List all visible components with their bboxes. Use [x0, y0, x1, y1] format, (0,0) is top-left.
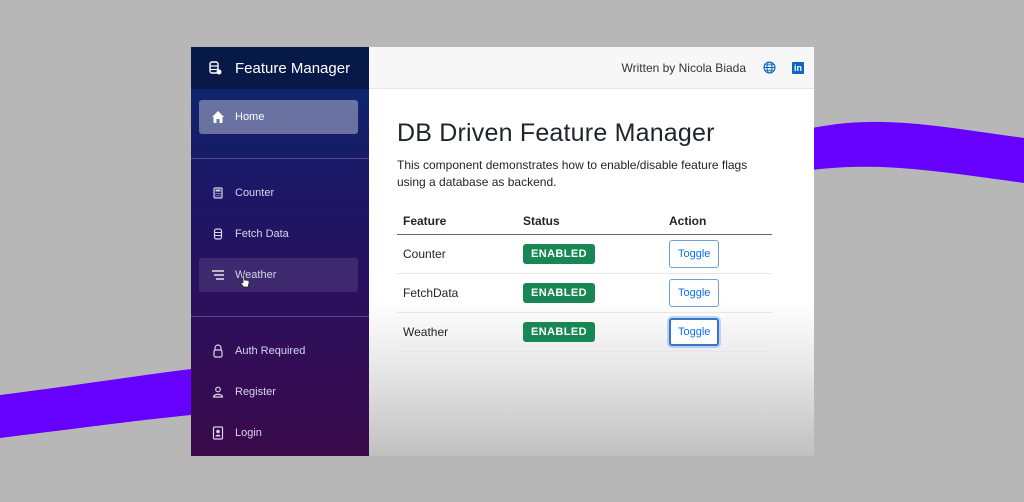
database-icon — [211, 227, 225, 241]
table-header-row: Feature Status Action — [397, 209, 772, 235]
sidebar-item-auth-required[interactable]: Auth Required — [199, 334, 358, 368]
table-row: Weather ENABLED Toggle — [397, 312, 772, 352]
sidebar-item-label: Counter — [235, 187, 275, 199]
status-badge: ENABLED — [523, 243, 595, 264]
id-badge-icon — [211, 426, 225, 440]
brand[interactable]: Feature Manager — [191, 47, 369, 89]
sidebar-item-register[interactable]: Register — [199, 375, 358, 409]
sidebar-item-weather[interactable]: Weather — [199, 258, 358, 292]
sidebar-item-counter[interactable]: Counter — [199, 176, 358, 210]
feature-table: Feature Status Action Counter ENABLED To… — [397, 209, 772, 352]
sidebar-item-login[interactable]: Login — [199, 416, 358, 450]
mouse-cursor-icon — [240, 274, 250, 288]
table-row: FetchData ENABLED Toggle — [397, 273, 772, 313]
wave-left — [0, 368, 200, 438]
sidebar-item-home[interactable]: Home — [199, 100, 358, 134]
sidebar-item-fetch-data[interactable]: Fetch Data — [199, 217, 358, 251]
sidebar-divider — [191, 158, 369, 159]
home-icon — [211, 110, 225, 124]
status-badge: ENABLED — [523, 282, 595, 303]
database-icon — [208, 61, 222, 75]
sidebar-item-label: Home — [235, 111, 265, 123]
app-window: Feature Manager Home Counter Fetch Data — [191, 47, 814, 456]
sidebar-item-label: Login — [235, 427, 262, 439]
lock-icon — [211, 344, 225, 358]
feature-name: FetchData — [397, 273, 517, 313]
feature-name: Weather — [397, 312, 517, 352]
column-header-status: Status — [517, 209, 663, 235]
column-header-action: Action — [663, 209, 772, 235]
sidebar-item-label: Register — [235, 386, 276, 398]
page-title: DB Driven Feature Manager — [397, 119, 715, 147]
brand-title: Feature Manager — [235, 59, 351, 77]
calculator-icon — [211, 186, 225, 200]
sidebar-item-label: Auth Required — [235, 345, 306, 357]
linkedin-icon[interactable]: in — [792, 61, 804, 74]
toggle-button-counter[interactable]: Toggle — [669, 239, 720, 268]
sidebar: Feature Manager Home Counter Fetch Data — [191, 47, 369, 456]
author-link[interactable]: Written by Nicola Biada — [622, 61, 747, 75]
page-description: This component demonstrates how to enabl… — [397, 158, 748, 189]
column-header-feature: Feature — [397, 209, 517, 235]
person-icon — [211, 385, 225, 399]
wave-right — [812, 121, 1024, 183]
feature-name: Counter — [397, 234, 517, 274]
top-bar: Written by Nicola Biada in — [369, 47, 814, 89]
main-panel: Written by Nicola Biada in DB Driven Fea… — [369, 47, 814, 456]
page-content: DB Driven Feature Manager This component… — [397, 119, 777, 352]
list-icon — [211, 268, 225, 282]
globe-icon[interactable] — [763, 61, 776, 74]
toggle-button-weather[interactable]: Toggle — [669, 317, 720, 346]
sidebar-divider — [191, 316, 369, 317]
table-row: Counter ENABLED Toggle — [397, 234, 772, 274]
sidebar-item-label: Fetch Data — [235, 228, 289, 240]
status-badge: ENABLED — [523, 321, 595, 342]
toggle-button-fetchdata[interactable]: Toggle — [669, 278, 720, 307]
